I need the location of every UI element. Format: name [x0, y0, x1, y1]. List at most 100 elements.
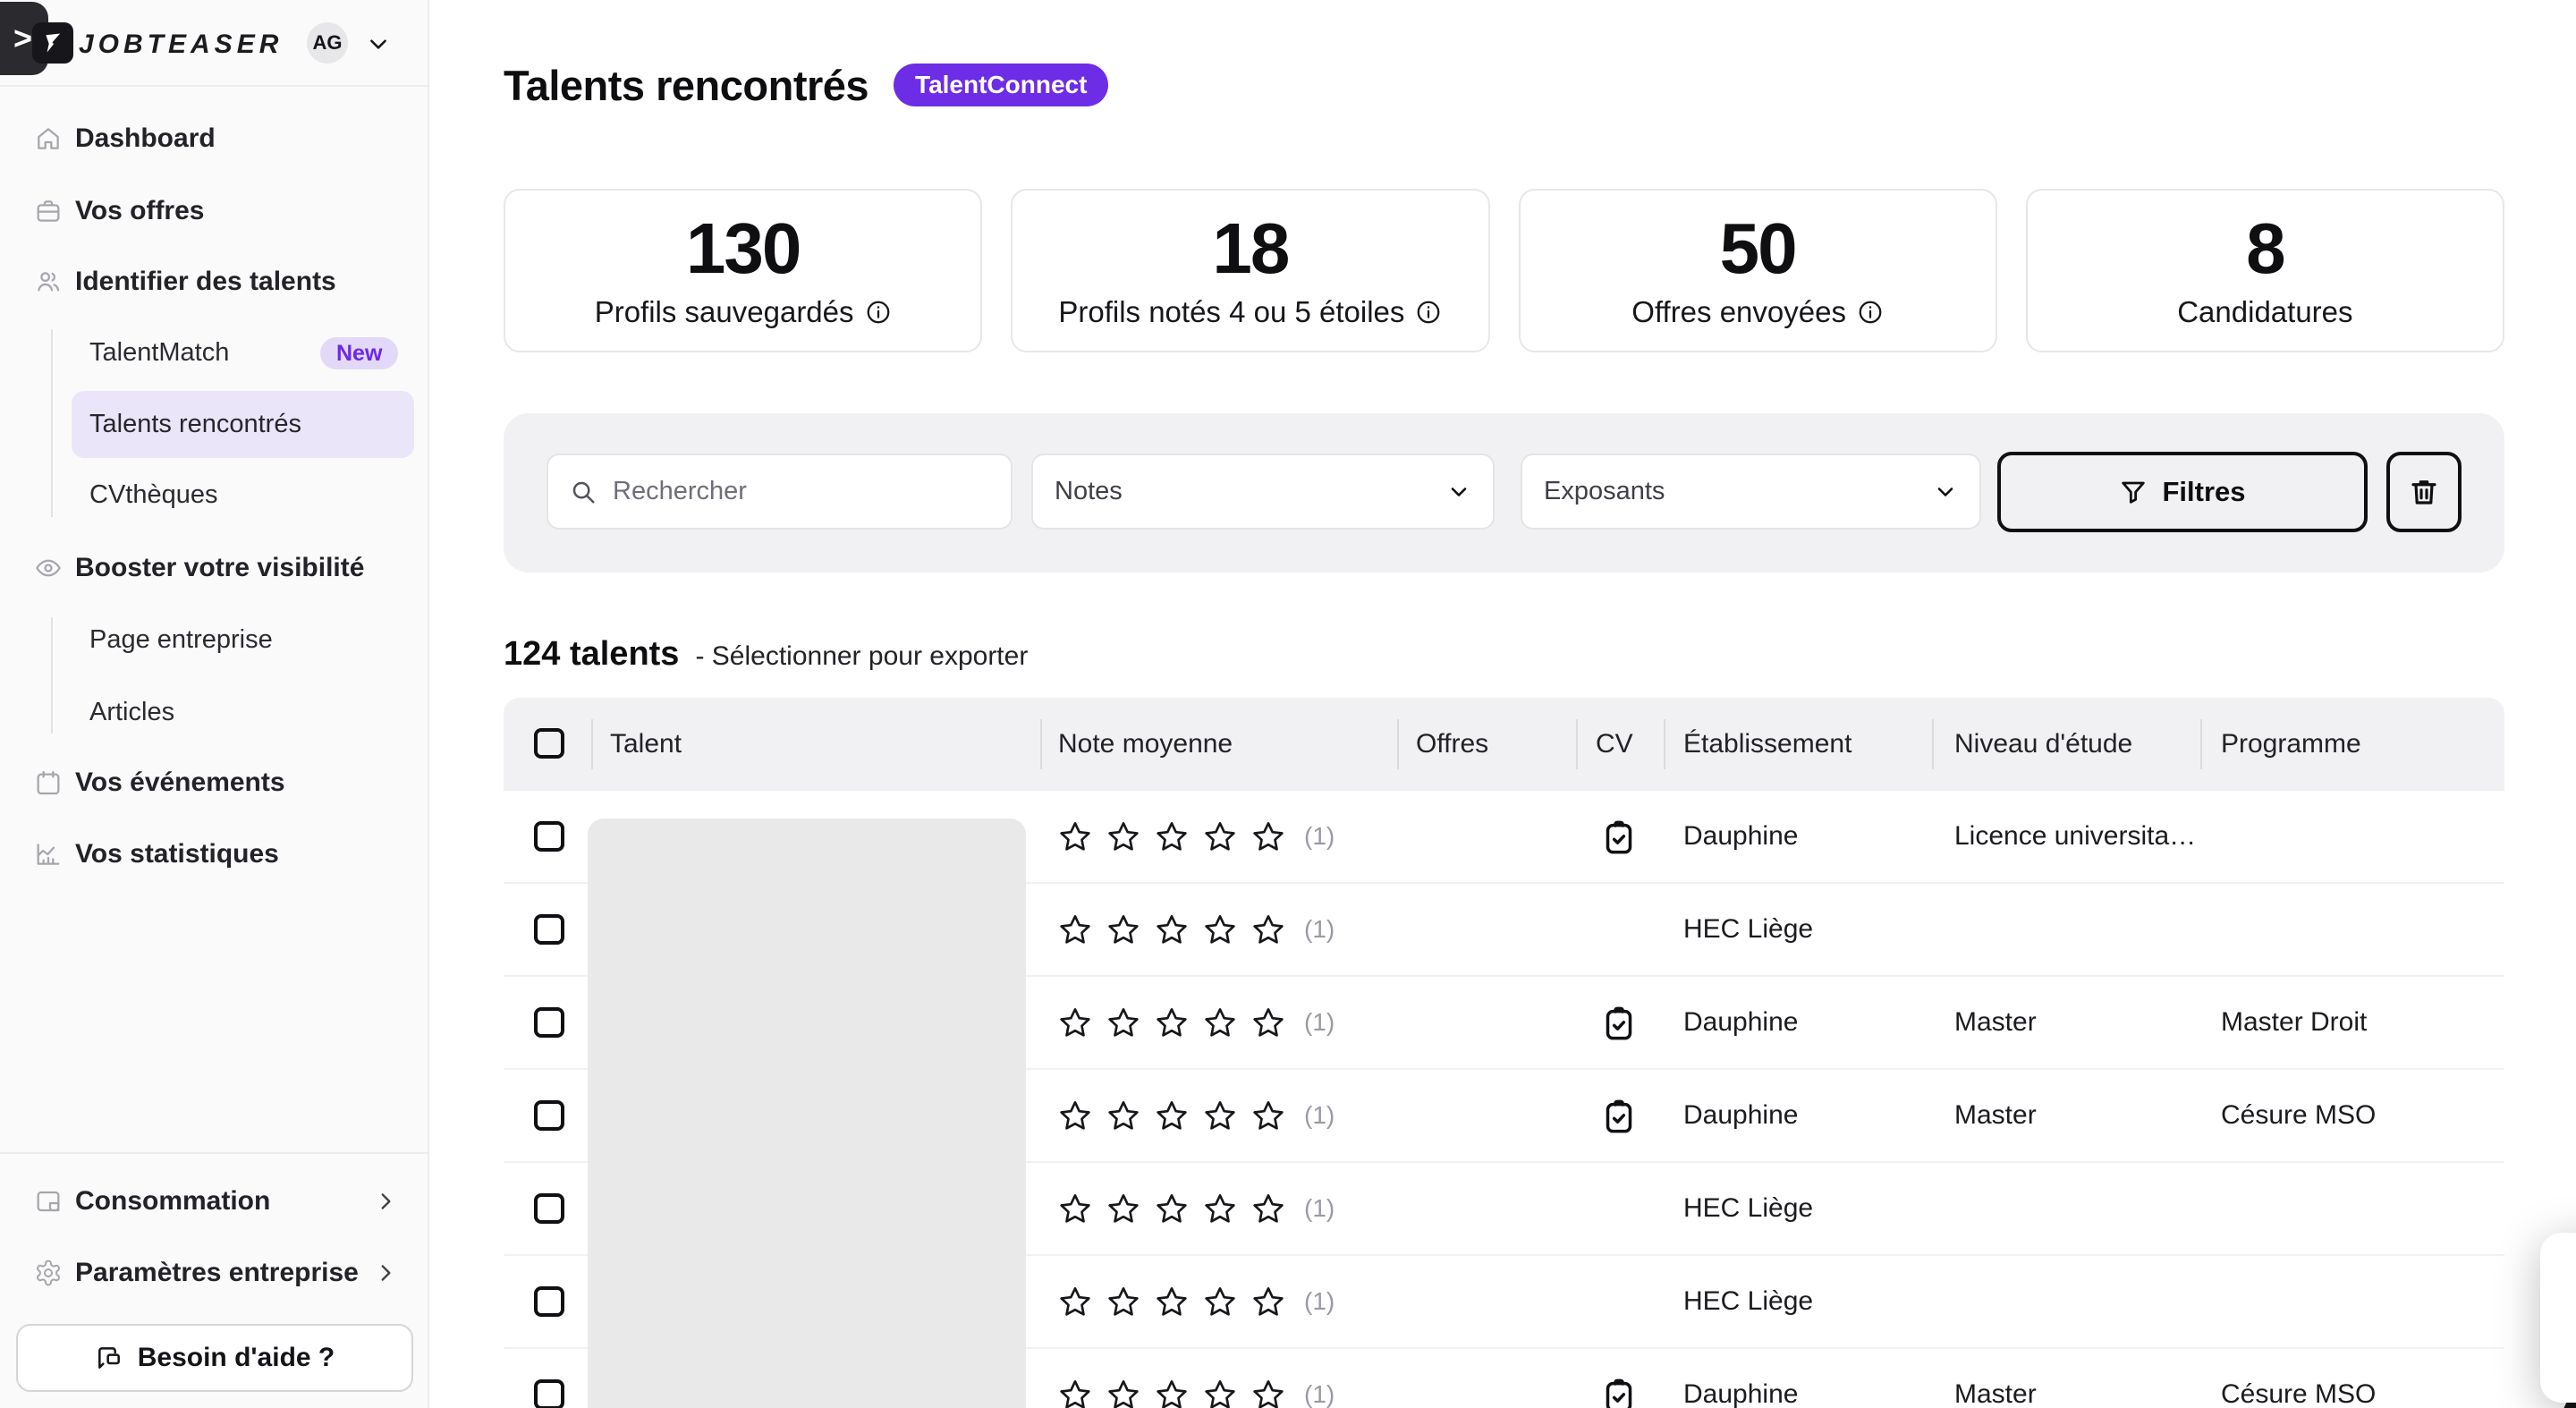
star-outline-icon	[1057, 1098, 1093, 1134]
row-checkbox[interactable]	[534, 821, 564, 852]
clear-filters-button[interactable]	[2386, 452, 2462, 532]
star-rating[interactable]	[1057, 1192, 1286, 1227]
briefcase-icon	[34, 197, 63, 225]
school-cell: HEC Liège	[1683, 1256, 1813, 1347]
star-rating[interactable]	[1057, 1098, 1286, 1134]
sidebar-item-page-entreprise[interactable]: Page entreprise	[0, 613, 428, 666]
notes-select[interactable]: Notes	[1031, 454, 1495, 530]
school-cell: Dauphine	[1683, 1070, 1798, 1161]
sidebar-item-booster-visibilite[interactable]: Booster votre visibilité	[0, 541, 428, 595]
rating-count: (1)	[1304, 977, 1335, 1068]
sidebar-divider	[0, 1152, 428, 1154]
users-icon	[34, 267, 63, 296]
column-separator	[1664, 719, 1665, 769]
star-rating[interactable]	[1057, 1285, 1286, 1320]
row-checkbox[interactable]	[534, 914, 564, 945]
star-outline-icon	[1106, 1192, 1141, 1227]
star-outline-icon	[1202, 1005, 1238, 1041]
star-outline-icon	[1250, 1285, 1286, 1320]
rating-count: (1)	[1304, 1163, 1335, 1254]
sidebar-item-vos-offres[interactable]: Vos offres	[0, 184, 428, 238]
sidebar-item-parametres-entreprise[interactable]: Paramètres entreprise	[0, 1246, 428, 1300]
star-outline-icon	[1106, 819, 1141, 855]
jobteaser-logo[interactable]	[32, 22, 73, 64]
filters-button[interactable]: Filtres	[1997, 452, 2368, 532]
rating-count: (1)	[1304, 791, 1335, 882]
program-cell: Master Droit	[2221, 977, 2367, 1068]
info-icon[interactable]	[1857, 299, 1884, 326]
talent-count: 124 talents	[504, 635, 679, 674]
column-programme: Programme	[2221, 698, 2361, 791]
row-checkbox[interactable]	[534, 1193, 564, 1224]
account-chevron-down-icon[interactable]	[367, 32, 390, 55]
star-outline-icon	[1154, 912, 1190, 948]
star-outline-icon	[1202, 912, 1238, 948]
star-outline-icon	[1106, 1005, 1141, 1041]
filters-button-label: Filtres	[2162, 476, 2245, 508]
cv-clipboard-icon[interactable]	[1601, 817, 1637, 858]
sidebar-item-talents-rencontres-selected[interactable]: Talents rencontrés	[72, 391, 414, 458]
row-checkbox[interactable]	[534, 1007, 564, 1038]
cv-clipboard-icon[interactable]	[1601, 1375, 1637, 1408]
search-field[interactable]	[547, 454, 1013, 530]
exposants-select[interactable]: Exposants	[1521, 454, 1981, 530]
info-icon[interactable]	[865, 299, 892, 326]
star-rating[interactable]	[1057, 819, 1286, 855]
table-header: Talent Note moyenne Offres CV Établissem…	[504, 698, 2504, 791]
column-separator	[1397, 719, 1399, 769]
info-icon[interactable]	[1415, 299, 1442, 326]
star-rating[interactable]	[1057, 912, 1286, 948]
sidebar-item-label: Vos offres	[75, 196, 204, 226]
search-input[interactable]	[611, 476, 989, 507]
degree-cell: Master	[1954, 977, 2037, 1068]
star-rating[interactable]	[1057, 1005, 1286, 1041]
jobteaser-logo-icon	[40, 30, 65, 55]
search-icon	[570, 479, 597, 505]
star-outline-icon	[1250, 912, 1286, 948]
floating-widget-card[interactable]	[2540, 1233, 2576, 1403]
degree-cell: Master	[1954, 1349, 2037, 1408]
sidebar-item-identifier-talents[interactable]: Identifier des talents	[0, 255, 428, 309]
stat-label: Profils notés 4 ou 5 étoiles	[1058, 295, 1404, 329]
chart-icon	[34, 840, 63, 869]
chevron-down-icon	[1933, 479, 1958, 505]
sidebar-item-label: Consommation	[75, 1186, 270, 1217]
select-all-checkbox[interactable]	[534, 728, 564, 759]
star-outline-icon	[1202, 819, 1238, 855]
school-cell: Dauphine	[1683, 791, 1798, 882]
star-outline-icon	[1057, 912, 1093, 948]
help-button[interactable]: Besoin d'aide ?	[16, 1324, 413, 1392]
sidebar-item-cvtheques[interactable]: CVthèques	[0, 468, 428, 522]
cv-clipboard-icon[interactable]	[1601, 1003, 1637, 1044]
sidebar-item-consommation[interactable]: Consommation	[0, 1175, 428, 1228]
sidebar-item-dashboard[interactable]: Dashboard	[0, 112, 428, 165]
stat-value: 130	[686, 213, 800, 284]
star-outline-icon	[1106, 1378, 1141, 1408]
row-checkbox[interactable]	[534, 1379, 564, 1408]
avatar[interactable]: AG	[307, 22, 348, 64]
exposants-select-label: Exposants	[1544, 477, 1665, 506]
new-badge: New	[320, 337, 398, 369]
sidebar-item-vos-statistiques[interactable]: Vos statistiques	[0, 827, 428, 881]
column-separator	[1576, 719, 1578, 769]
row-checkbox[interactable]	[534, 1286, 564, 1317]
sidebar-item-vos-evenements[interactable]: Vos événements	[0, 756, 428, 810]
funnel-icon	[2119, 478, 2148, 506]
cv-clipboard-icon[interactable]	[1601, 1096, 1637, 1137]
sidebar-item-label: Dashboard	[75, 123, 216, 154]
sidebar-item-label: Articles	[89, 698, 174, 727]
stat-card-profils-sauvegardes: 130 Profils sauvegardés	[504, 189, 982, 352]
sidebar-item-label: Talents rencontrés	[89, 410, 301, 439]
star-outline-icon	[1250, 1098, 1286, 1134]
sidebar-item-articles[interactable]: Articles	[0, 685, 428, 739]
star-outline-icon	[1154, 1192, 1190, 1227]
chat-icon	[95, 1344, 123, 1372]
star-rating[interactable]	[1057, 1378, 1286, 1408]
rating-count: (1)	[1304, 1256, 1335, 1347]
chevron-right-icon	[374, 1261, 397, 1285]
stat-value: 50	[1720, 213, 1796, 284]
sidebar-item-label: TalentMatch	[89, 338, 229, 368]
column-separator	[2200, 719, 2202, 769]
row-checkbox[interactable]	[534, 1100, 564, 1131]
rating-count: (1)	[1304, 1349, 1335, 1408]
